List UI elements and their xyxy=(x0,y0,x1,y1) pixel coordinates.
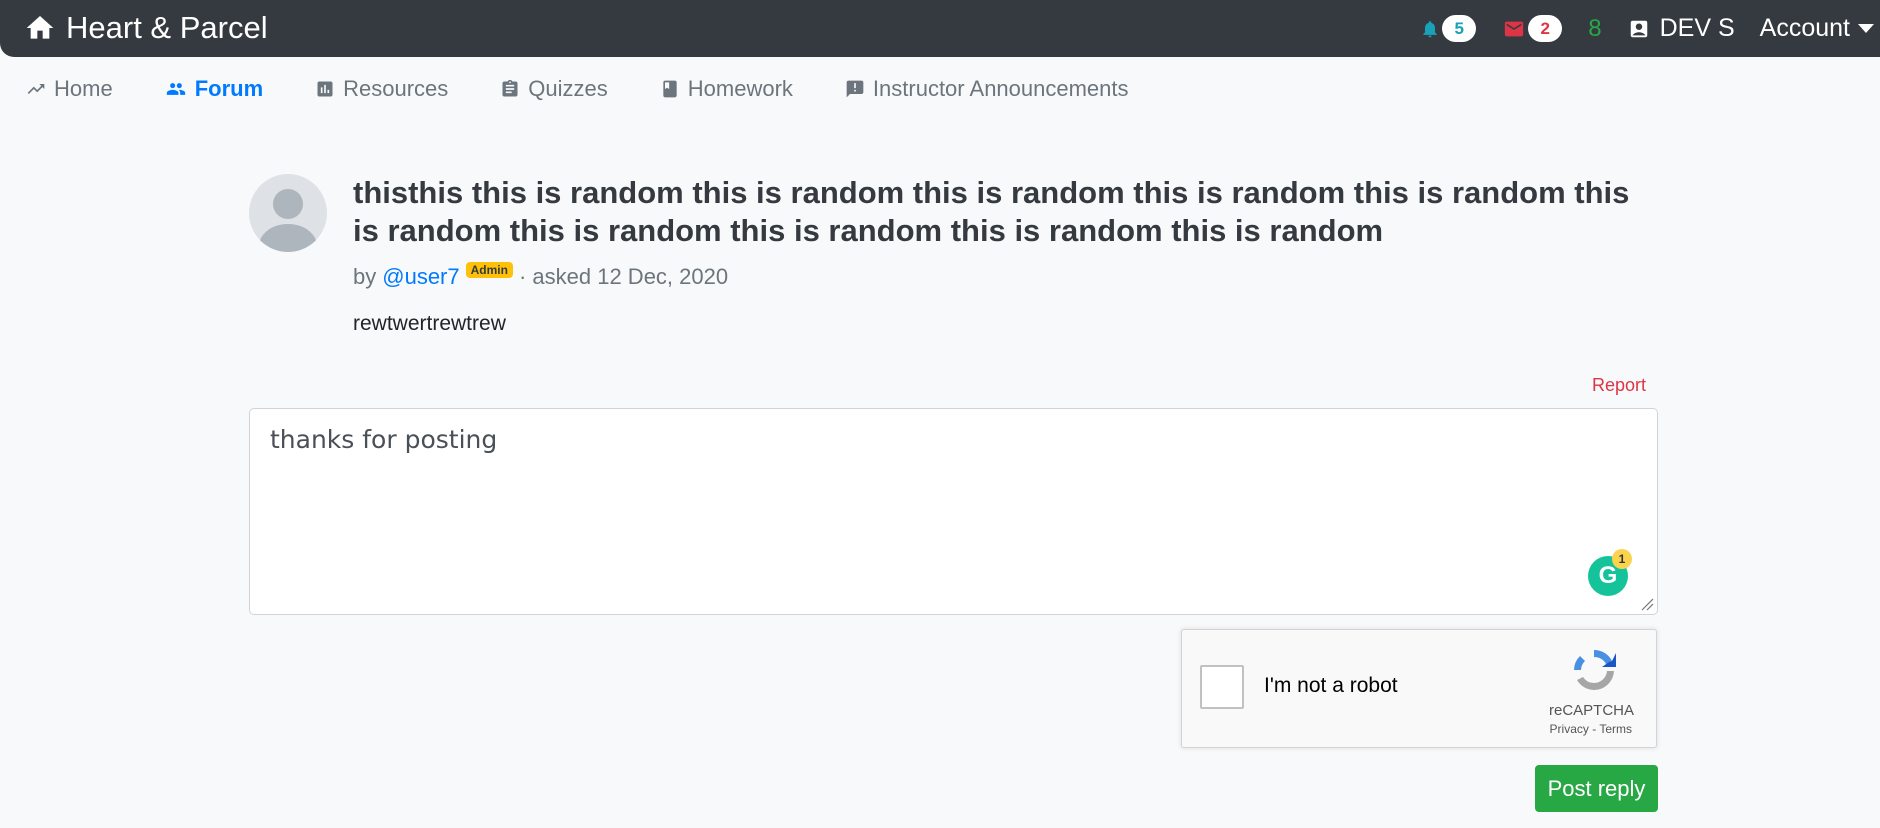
nav-resources-label: Resources xyxy=(343,76,449,101)
contact-icon xyxy=(1630,20,1647,37)
messages-button[interactable]: 2 xyxy=(1502,15,1563,42)
top-navbar: Heart & Parcel 5 2 8 DEV S Account xyxy=(0,0,1880,57)
author-link[interactable]: @user7 xyxy=(382,264,459,290)
recaptcha-label: I'm not a robot xyxy=(1264,674,1398,697)
question-meta: by @user7 Admin · asked 12 Dec, 2020 xyxy=(353,262,729,290)
chart-icon xyxy=(317,81,333,97)
nav-homework-label: Homework xyxy=(687,76,793,101)
user-name: DEV S xyxy=(1659,14,1735,42)
book-icon xyxy=(663,80,677,98)
notifications-button[interactable]: 5 xyxy=(1420,15,1477,42)
nav-quizzes-label: Quizzes xyxy=(528,76,608,101)
recaptcha-terms-link[interactable]: Privacy - Terms xyxy=(1182,722,1632,736)
nav-home[interactable]: Home xyxy=(26,76,113,102)
clipboard-icon xyxy=(502,79,518,97)
account-label: Account xyxy=(1759,14,1850,42)
nav-home-label: Home xyxy=(54,76,113,101)
user-profile-link[interactable]: DEV S xyxy=(1628,14,1735,43)
nav-announcements-label: Instructor Announcements xyxy=(872,76,1129,101)
report-link[interactable]: Report xyxy=(1592,375,1646,396)
nav-forum[interactable]: Forum xyxy=(165,76,263,102)
recaptcha-brand: reCAPTCHA xyxy=(1548,702,1634,719)
nav-forum-label: Forum xyxy=(194,76,264,101)
nav-resources[interactable]: Resources xyxy=(315,76,448,102)
post-reply-button[interactable]: Post reply xyxy=(1535,765,1658,812)
admin-badge: Admin xyxy=(465,262,513,278)
recaptcha-widget: I'm not a robot reCAPTCHA Privacy - Term… xyxy=(1181,629,1657,748)
notifications-badge: 5 xyxy=(1442,15,1477,42)
user-avatar-icon xyxy=(259,189,317,252)
mail-icon xyxy=(1505,21,1524,36)
home-icon xyxy=(26,16,54,39)
account-dropdown[interactable]: Account xyxy=(1760,14,1874,43)
bell-icon xyxy=(1423,20,1437,37)
resize-handle-icon[interactable] xyxy=(1640,597,1654,611)
trending-up-icon xyxy=(27,84,45,94)
question-title: thisthis this is random this is random t… xyxy=(353,175,1630,248)
recaptcha-logo-icon xyxy=(1574,649,1616,690)
brand-name: Heart & Parcel xyxy=(66,10,268,45)
messages-badge: 2 xyxy=(1528,15,1563,42)
caret-down-icon xyxy=(1858,24,1874,33)
nav-announcements[interactable]: Instructor Announcements xyxy=(845,76,1129,102)
announcement-icon xyxy=(846,80,864,98)
by-label: by xyxy=(353,264,377,289)
asked-date: · asked 12 Dec, 2020 xyxy=(518,264,729,289)
reply-textarea[interactable]: thanks for posting xyxy=(249,408,1658,615)
question-body: rewtwertrewtrew xyxy=(353,312,506,335)
section-nav: Home Forum Resources Quizzes Homework In… xyxy=(26,72,1181,106)
grammarly-badge: 1 xyxy=(1612,549,1632,569)
points-count[interactable]: 8 xyxy=(1588,15,1601,43)
brand-link[interactable]: Heart & Parcel xyxy=(24,8,268,48)
people-icon xyxy=(166,83,185,95)
avatar xyxy=(249,174,327,252)
nav-homework[interactable]: Homework xyxy=(660,76,793,102)
nav-quizzes[interactable]: Quizzes xyxy=(500,76,608,102)
